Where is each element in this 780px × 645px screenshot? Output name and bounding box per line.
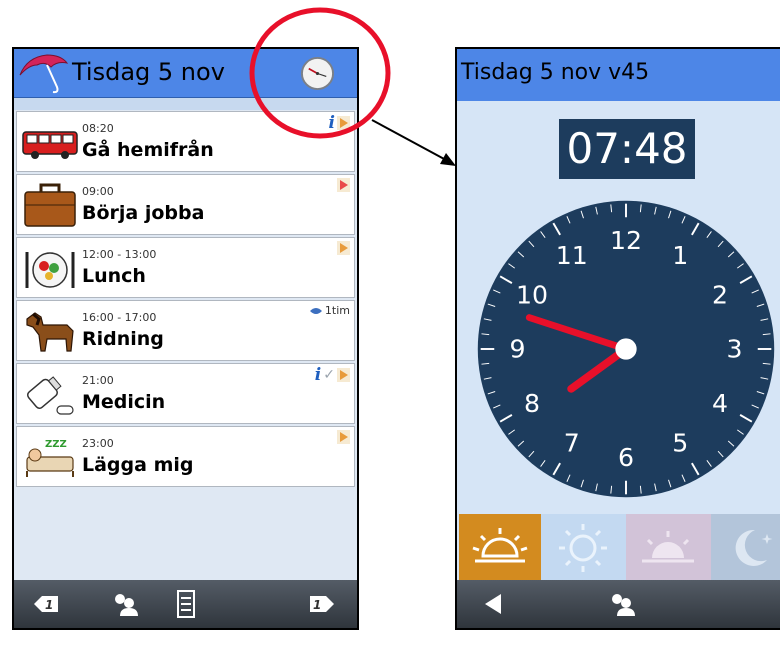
- clock-numeral: 1: [672, 241, 688, 270]
- day-period-bar: [457, 514, 780, 582]
- alarm-flag-icon: [337, 241, 350, 255]
- event-row[interactable]: 12:00 - 13:00 Lunch: [16, 237, 355, 298]
- clock-numeral: 3: [726, 335, 742, 364]
- digital-time: 07:48: [559, 119, 695, 179]
- alarm-flag-icon: [337, 430, 350, 444]
- event-markers: i ✓: [315, 367, 350, 384]
- event-name: Lägga mig: [82, 454, 194, 476]
- alarm-flag-icon: [337, 116, 350, 130]
- clock-numeral: 9: [509, 335, 525, 364]
- sunset-icon[interactable]: [626, 514, 711, 582]
- event-time: 08:20: [82, 122, 114, 135]
- event-row[interactable]: 08:20 Gå hemifrån i: [16, 111, 355, 172]
- day-header: Tisdag 5 nov: [14, 49, 357, 98]
- analog-clock: 12 12 3 45 6 78 9 10 11: [477, 200, 775, 498]
- previous-day-label: 1: [45, 598, 53, 612]
- people-icon[interactable]: [607, 590, 635, 618]
- check-icon[interactable]: ✓: [323, 368, 335, 382]
- event-time: 23:00: [82, 437, 114, 450]
- previous-day-icon[interactable]: 1: [32, 590, 60, 618]
- umbrella-icon: [19, 54, 69, 94]
- clock-header: Tisdag 5 nov v45: [457, 49, 780, 101]
- event-markers: i: [329, 115, 350, 132]
- event-name: Ridning: [82, 328, 164, 350]
- clock-bottom-toolbar: [457, 580, 780, 628]
- event-markers: [337, 430, 350, 444]
- clock-numeral: 5: [672, 429, 688, 458]
- event-name: Lunch: [82, 265, 146, 287]
- next-day-icon[interactable]: 1: [308, 590, 336, 618]
- clock-numeral: 2: [712, 280, 728, 309]
- moon-icon[interactable]: [711, 514, 780, 582]
- clock-title: Tisdag 5 nov v45: [461, 60, 650, 85]
- event-markers: [337, 241, 350, 255]
- info-icon[interactable]: i: [329, 115, 335, 132]
- sleeping-bed-icon: ZZZ: [26, 439, 74, 477]
- event-time: 12:00 - 13:00: [82, 248, 157, 261]
- horse-icon: [26, 312, 74, 352]
- clock-numeral: 10: [516, 280, 548, 309]
- briefcase-icon: [24, 183, 76, 227]
- lunch-plate-icon: [25, 252, 75, 288]
- clock-numeral: 11: [556, 241, 588, 270]
- event-row[interactable]: 16:00 - 17:00 Ridning 1tim: [16, 300, 355, 361]
- zzz-label: ZZZ: [45, 439, 67, 450]
- alarm-flag-alert-icon: [337, 178, 350, 192]
- bus-icon: [22, 131, 78, 159]
- sunrise-icon[interactable]: [459, 514, 541, 582]
- clock-numeral: 8: [524, 389, 540, 418]
- event-row[interactable]: 21:00 Medicin i ✓: [16, 363, 355, 424]
- event-time: 21:00: [82, 374, 114, 387]
- info-icon[interactable]: i: [315, 367, 321, 384]
- clock-center: [615, 338, 637, 360]
- clock-numeral: 6: [618, 443, 634, 472]
- event-row[interactable]: 09:00 Börja jobba: [16, 174, 355, 235]
- event-name: Medicin: [82, 391, 166, 413]
- next-day-label: 1: [313, 598, 321, 612]
- clock-button-icon[interactable]: [300, 56, 335, 91]
- clock-screen: Tisdag 5 nov v45 07:48 12 1 2 3 4 5 6 7 8 9 10 11: [455, 47, 780, 630]
- event-markers: [337, 178, 350, 192]
- event-row[interactable]: ZZZ 23:00 Lägga mig: [16, 426, 355, 487]
- event-name: Börja jobba: [82, 202, 205, 224]
- people-icon[interactable]: [110, 590, 138, 618]
- back-icon[interactable]: [479, 590, 507, 618]
- bottom-toolbar: 1 1: [14, 580, 357, 628]
- medicine-bottle-icon: [26, 376, 74, 415]
- sun-icon[interactable]: [541, 514, 626, 582]
- arrow-head: [440, 153, 456, 166]
- alarm-flag-icon: [337, 368, 350, 382]
- event-list: 08:20 Gå hemifrån i 09:00 Börja jobba 12…: [14, 111, 357, 489]
- day-list-screen: Tisdag 5 nov 08:20 Gå hemifrån i 09:00 B…: [12, 47, 359, 630]
- event-time: 09:00: [82, 185, 114, 198]
- event-time: 16:00 - 17:00: [82, 311, 157, 324]
- clock-numeral: 7: [564, 429, 580, 458]
- clock-numeral: 4: [712, 389, 728, 418]
- event-markers: 1tim: [309, 304, 350, 317]
- clock-numeral: 12: [610, 226, 642, 255]
- duration-label: 1tim: [324, 304, 350, 317]
- arrow-line: [371, 119, 447, 161]
- event-name: Gå hemifrån: [82, 139, 214, 161]
- header-strip: [14, 98, 357, 110]
- day-title: Tisdag 5 nov: [72, 58, 225, 86]
- duration-icon: [309, 307, 322, 314]
- list-icon[interactable]: [172, 590, 200, 618]
